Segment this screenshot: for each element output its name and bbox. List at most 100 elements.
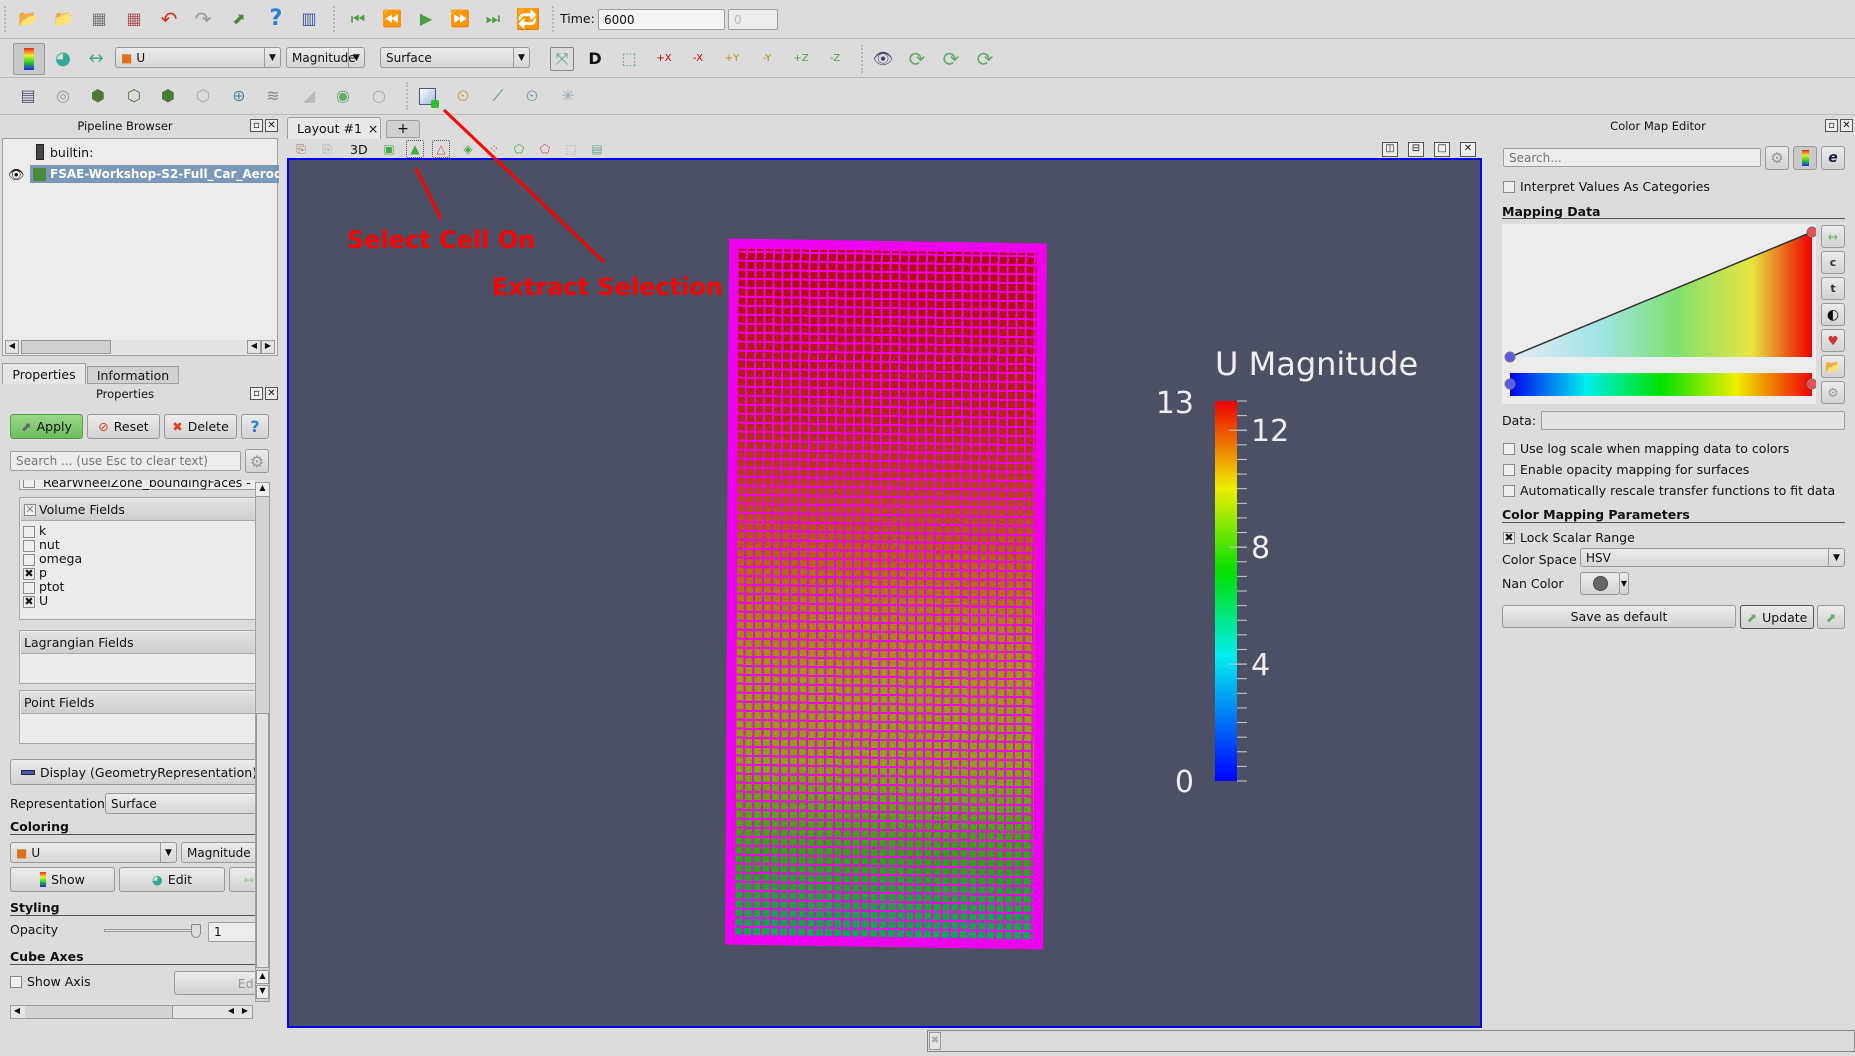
- zoom-to-data-icon[interactable]: D: [583, 47, 607, 71]
- extract-subset-icon[interactable]: ⬡: [191, 84, 215, 108]
- close-panel-icon[interactable]: ✕: [1840, 119, 1853, 132]
- calculator-icon[interactable]: ▤: [16, 84, 40, 108]
- time-index-spinbox[interactable]: 0: [728, 9, 778, 30]
- volume-field-item[interactable]: ✖ U: [23, 593, 223, 609]
- pick-center-icon[interactable]: ▥: [297, 7, 321, 31]
- rotate-90-ccw-icon[interactable]: ⟳: [939, 47, 963, 71]
- edit-legend-icon[interactable]: e: [1821, 146, 1845, 170]
- select-points-on-icon[interactable]: △: [432, 140, 450, 158]
- close-tab-icon[interactable]: ×: [368, 121, 378, 136]
- extract-level-icon[interactable]: ○: [367, 84, 391, 108]
- warp-vector-icon[interactable]: ◢: [297, 84, 321, 108]
- toolbar-handle[interactable]: [4, 6, 8, 32]
- group-datasets-icon[interactable]: ◉: [331, 84, 355, 108]
- choose-preset-icon[interactable]: ♥: [1821, 329, 1845, 352]
- float-panel-icon[interactable]: ▫: [250, 387, 263, 400]
- view-plus-x-icon[interactable]: +X: [652, 47, 676, 71]
- show-color-legend-button[interactable]: Show: [10, 867, 115, 892]
- advanced-settings-gear-icon[interactable]: ⚙: [1821, 381, 1845, 404]
- advanced-gear-icon[interactable]: ⚙: [1765, 146, 1789, 170]
- volume-field-checkbox[interactable]: [23, 582, 35, 594]
- volume-field-checkbox[interactable]: [23, 526, 35, 538]
- view-mode-toggle[interactable]: 3D: [350, 142, 368, 157]
- camera-eye-icon[interactable]: 👁: [871, 47, 895, 71]
- threshold-icon[interactable]: ⬢: [156, 84, 180, 108]
- lagrangian-fields-header[interactable]: Lagrangian Fields: [21, 632, 255, 654]
- extract-selection-icon[interactable]: [415, 84, 439, 108]
- float-panel-icon[interactable]: ▫: [1825, 119, 1838, 132]
- clear-selection-icon[interactable]: ▤: [588, 140, 606, 158]
- rescale-temporal-range-icon[interactable]: t: [1821, 277, 1845, 300]
- close-panel-icon[interactable]: ✕: [265, 119, 278, 132]
- volume-fields-header[interactable]: ✕ Volume Fields: [21, 499, 255, 521]
- color-space-select[interactable]: HSV ▼: [1580, 548, 1845, 567]
- select-cells-polygon-icon[interactable]: ⬠: [510, 140, 528, 158]
- rescale-button[interactable]: ↔: [229, 867, 255, 892]
- color-point-max[interactable]: [1806, 378, 1816, 390]
- point-fields-header[interactable]: Point Fields: [21, 692, 255, 714]
- close-panel-icon[interactable]: ✕: [265, 387, 278, 400]
- split-vertical-icon[interactable]: ⊟: [1408, 142, 1424, 157]
- tab-layout-1[interactable]: Layout #1 ×: [287, 117, 381, 139]
- volume-field-checkbox[interactable]: ✖: [23, 568, 35, 580]
- delete-button[interactable]: ✖ Delete: [164, 414, 237, 439]
- select-points-polygon-icon[interactable]: ⬠: [536, 140, 554, 158]
- volume-field-checkbox[interactable]: [23, 554, 35, 566]
- previous-frame-icon[interactable]: ⏪: [380, 7, 404, 31]
- tab-properties[interactable]: Properties: [2, 363, 86, 384]
- abort-icon[interactable]: ✖: [929, 1032, 941, 1050]
- scroll-right-icon[interactable]: ▶: [261, 340, 275, 354]
- select-cells-on-icon[interactable]: ▲: [406, 140, 424, 158]
- pipeline-root[interactable]: builtin:: [50, 145, 93, 160]
- properties-search-input[interactable]: [10, 451, 241, 471]
- last-frame-icon[interactable]: ⏭: [481, 7, 505, 31]
- maximize-icon[interactable]: □: [1434, 142, 1450, 157]
- lock-scalar-range-checkbox[interactable]: ✖: [1503, 532, 1515, 544]
- coloring-array-select[interactable]: ■ U ▼: [10, 842, 177, 863]
- scroll-down-icon[interactable]: ▼: [256, 985, 269, 999]
- cube-axes-edit-button[interactable]: Edit: [174, 971, 255, 995]
- time-input[interactable]: 6000: [598, 9, 725, 30]
- pipeline-item-source[interactable]: FSAE-Workshop-S2-Full_Car_Aerodynamics: [30, 165, 279, 183]
- apply-button[interactable]: ⬈ Apply: [10, 414, 83, 439]
- add-layout-tab-button[interactable]: +: [386, 120, 420, 138]
- rescale-range-icon[interactable]: ↔: [84, 47, 108, 71]
- scroll-up-icon[interactable]: ▲: [256, 483, 269, 497]
- view-minus-x-icon[interactable]: -X: [686, 47, 710, 71]
- undo-icon[interactable]: ↶: [157, 7, 181, 31]
- load-state-icon[interactable]: 📁: [51, 7, 75, 31]
- data-value-input[interactable]: [1541, 411, 1845, 430]
- toggle-color-legend-button[interactable]: [13, 43, 45, 75]
- scroll-left-icon[interactable]: ◀: [11, 1006, 23, 1015]
- redo-icon[interactable]: ↷: [191, 7, 215, 31]
- edit-color-map-icon[interactable]: ◕: [51, 47, 75, 71]
- toggle-legend-button[interactable]: [1793, 146, 1817, 170]
- split-horizontal-icon[interactable]: ◫: [1382, 142, 1398, 157]
- opacity-point-max[interactable]: [1806, 226, 1816, 238]
- interpret-categories-checkbox[interactable]: [1503, 181, 1515, 193]
- scroll-thumb[interactable]: [256, 713, 269, 968]
- open-file-icon[interactable]: 📂: [16, 7, 40, 31]
- clip-icon[interactable]: ⬢: [86, 84, 110, 108]
- checkbox[interactable]: [23, 480, 35, 488]
- plot-selection-over-time-icon[interactable]: ⏲: [451, 84, 475, 108]
- scroll-up-icon[interactable]: ▲: [256, 970, 269, 984]
- play-icon[interactable]: ▶: [414, 7, 438, 31]
- disconnect-server-icon[interactable]: ▦: [122, 7, 146, 31]
- save-preset-icon[interactable]: 📂: [1821, 355, 1845, 378]
- auto-update-icon[interactable]: ⬈: [1817, 605, 1845, 629]
- scroll-right-icon[interactable]: ▶: [239, 1006, 251, 1015]
- custom-rotate-icon[interactable]: ⟳: [973, 47, 997, 71]
- nan-color-dropdown[interactable]: ▼: [1619, 572, 1629, 595]
- help-icon[interactable]: ?: [264, 7, 288, 31]
- select-all-checkbox[interactable]: ✕: [24, 503, 36, 516]
- opacity-point-min[interactable]: [1504, 351, 1516, 363]
- scroll-left-icon[interactable]: ◀: [225, 1006, 237, 1015]
- coloring-component-select[interactable]: Magnitude: [181, 842, 255, 863]
- capture-screenshot-icon[interactable]: ▣: [380, 140, 398, 158]
- macro-icon[interactable]: ⬈: [227, 7, 251, 31]
- opacity-slider-handle[interactable]: [191, 924, 201, 938]
- save-as-default-button[interactable]: Save as default: [1502, 605, 1736, 628]
- opacity-mapping-checkbox[interactable]: [1503, 464, 1515, 476]
- float-panel-icon[interactable]: ▫: [250, 119, 263, 132]
